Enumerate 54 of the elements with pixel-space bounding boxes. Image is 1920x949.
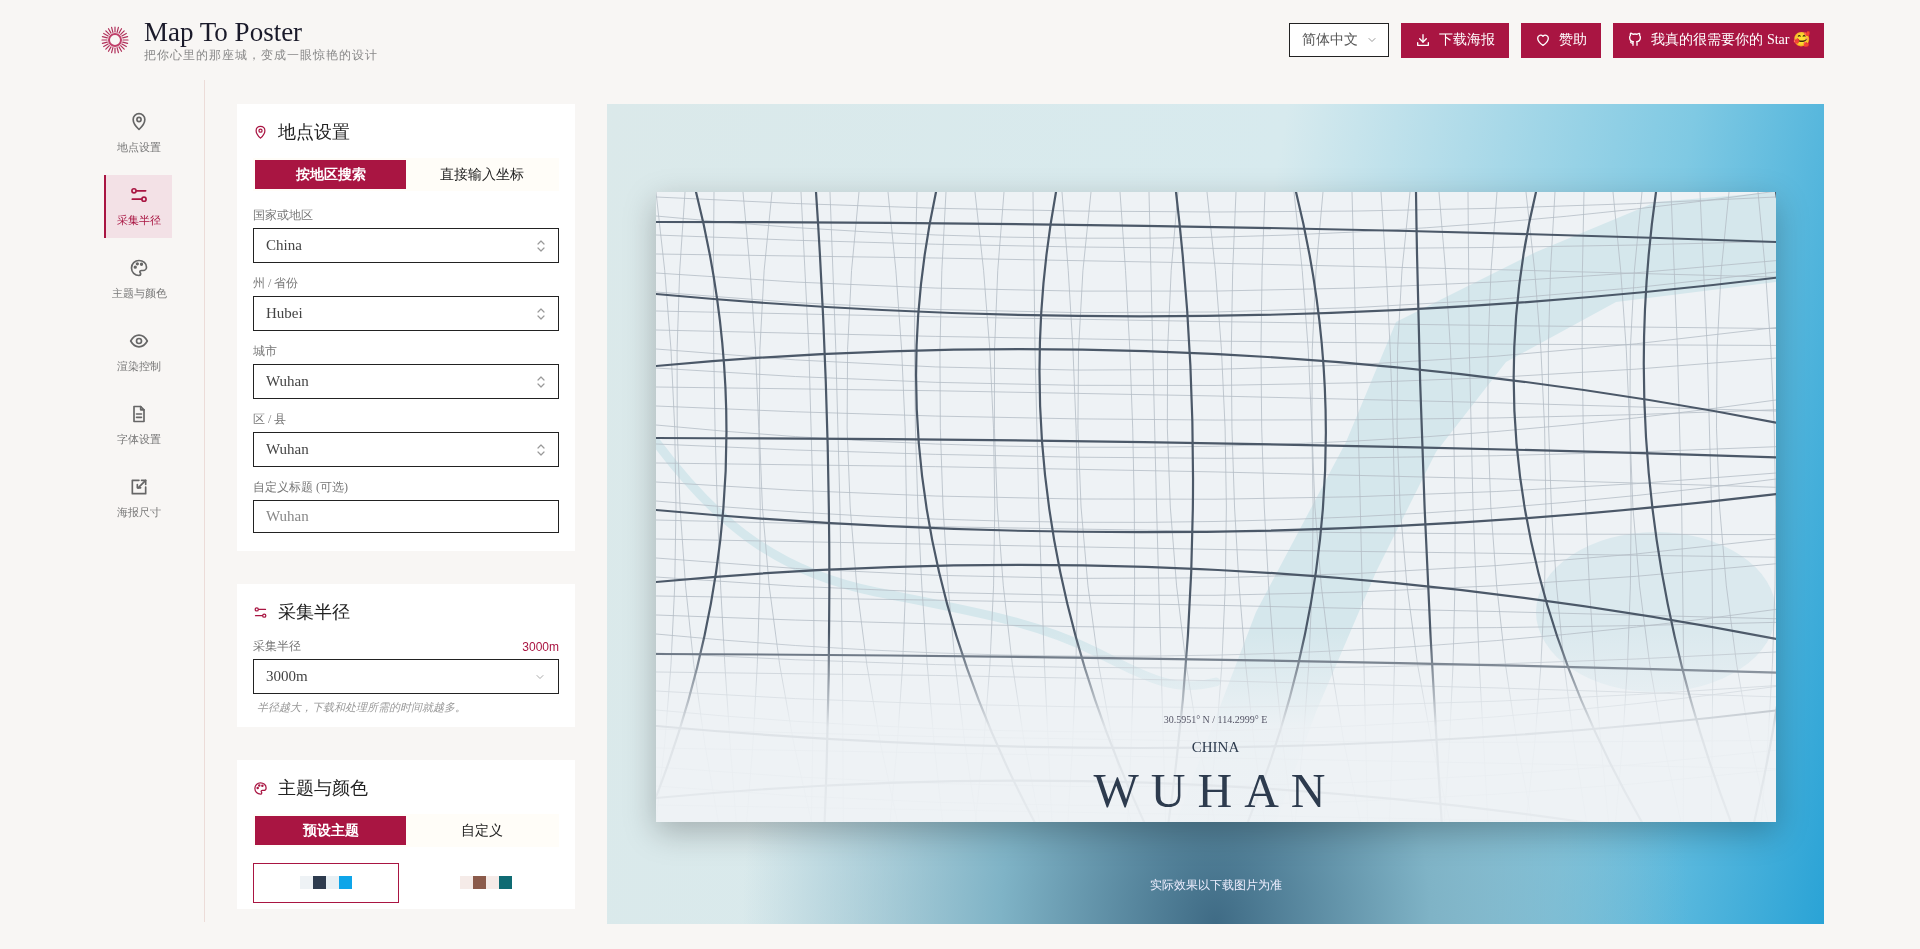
field-label: 城市 — [253, 343, 278, 360]
app-title: Map To Poster — [144, 16, 304, 47]
select-field[interactable]: China — [253, 228, 559, 263]
pin-icon — [253, 124, 268, 140]
github-icon — [1627, 32, 1644, 48]
palette-icon — [129, 258, 149, 278]
field-label: 自定义标题 (可选) — [253, 479, 349, 496]
download-button[interactable]: 下载海报 — [1401, 22, 1510, 58]
tab[interactable]: 按地区搜索 — [255, 160, 406, 189]
field-label: 州 / 省份 — [253, 275, 300, 292]
heart-icon — [1535, 32, 1552, 48]
palette-icon — [253, 780, 268, 796]
section-title: 主题与颜色 — [278, 777, 368, 800]
app-subtitle: 把你心里的那座城，变成一眼惊艳的设计 — [144, 47, 378, 64]
sidebar-item[interactable]: 渲染控制 — [104, 321, 172, 384]
sidebar-item[interactable]: 主题与颜色 — [104, 248, 172, 311]
sponsor-button[interactable]: 赞助 — [1521, 22, 1602, 58]
star-button[interactable]: 我真的很需要你的 Star 🥰 — [1613, 22, 1824, 58]
tab[interactable]: 预设主题 — [255, 816, 406, 845]
sliders-icon — [129, 185, 149, 205]
poster-country: CHINA — [1191, 739, 1240, 756]
hint-text: 半径越大，下载和处理所需的时间就越多。 — [257, 700, 467, 715]
tab[interactable]: 直接输入坐标 — [406, 160, 557, 189]
preview-note: 实际效果以下载图片为准 — [1149, 877, 1282, 894]
eye-icon — [129, 331, 149, 351]
select-field[interactable]: Wuhan — [253, 364, 559, 399]
up-down-chevron-icon — [536, 374, 546, 389]
radius-reading: 3000m — [522, 639, 559, 654]
tab[interactable]: 自定义 — [406, 816, 557, 845]
resize-icon — [129, 477, 149, 497]
sidebar-item[interactable]: 地点设置 — [104, 102, 172, 165]
sidebar-item[interactable]: 海报尺寸 — [104, 467, 172, 530]
sliders-icon — [253, 604, 268, 620]
field-label: 区 / 县 — [253, 411, 288, 428]
poster-coordinates: 30.5951° N / 114.2999° E — [1163, 714, 1268, 725]
select-field[interactable]: Wuhan — [253, 432, 559, 467]
up-down-chevron-icon — [536, 442, 546, 457]
text-input-field[interactable]: Wuhan — [253, 500, 559, 533]
select-field[interactable]: Hubei — [253, 296, 559, 331]
sidebar-item[interactable]: 采集半径 — [104, 175, 172, 238]
up-down-chevron-icon — [536, 306, 546, 321]
download-icon — [1415, 32, 1432, 48]
select-field[interactable]: 3000m — [253, 659, 559, 694]
poster-city: WUHAN — [1093, 766, 1338, 816]
sidebar-item[interactable]: 字体设置 — [104, 394, 172, 457]
field-label: 采集半径 — [253, 638, 301, 655]
section-title: 采集半径 — [278, 601, 350, 624]
language-select[interactable]: 简体中文 — [1289, 23, 1390, 57]
section-title: 地点设置 — [278, 121, 350, 144]
pin-icon — [129, 112, 149, 132]
theme-preset[interactable] — [253, 863, 399, 903]
up-down-chevron-icon — [536, 238, 546, 253]
field-label: 国家或地区 — [253, 207, 314, 224]
sunburst-logo-icon — [100, 25, 130, 55]
